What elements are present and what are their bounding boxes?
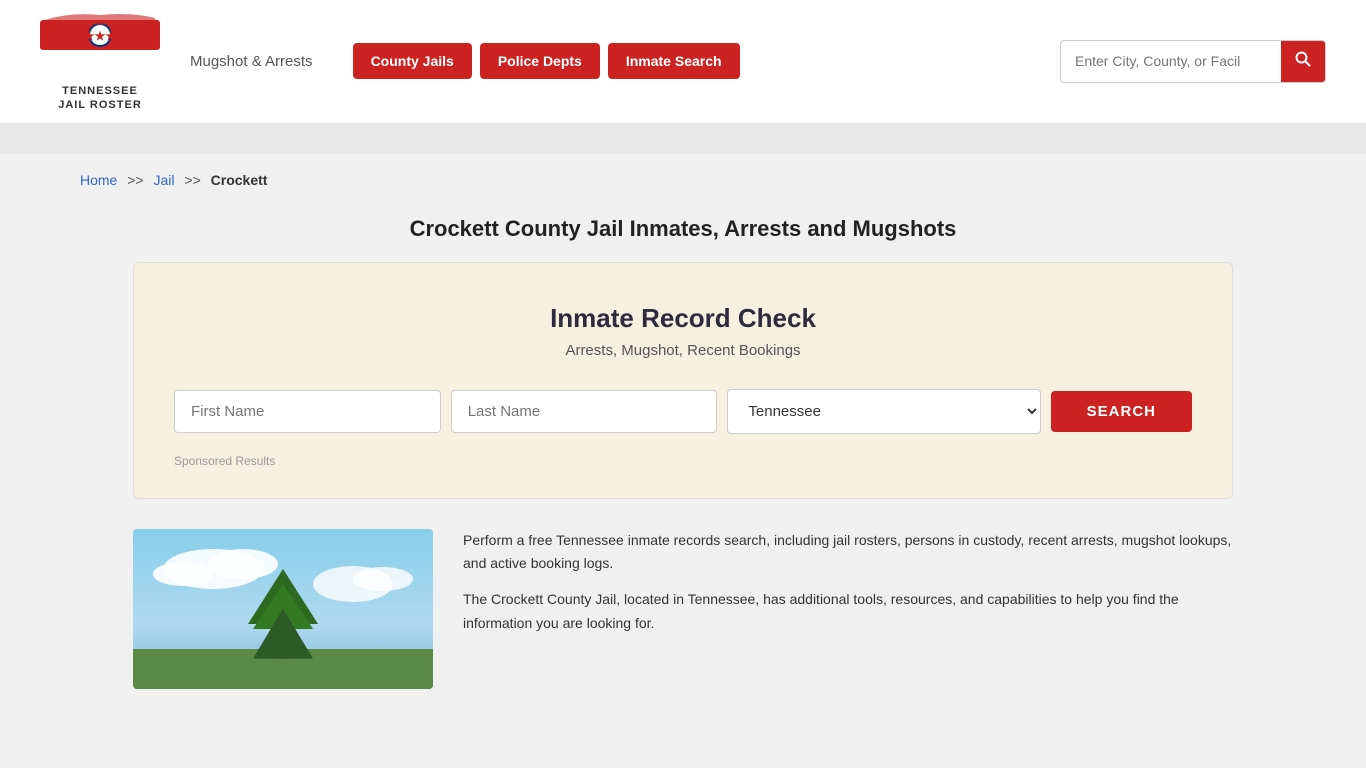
header-search-area	[1060, 40, 1326, 83]
breadcrumb: Home >> Jail >> Crockett	[40, 154, 1326, 206]
police-depts-button[interactable]: Police Depts	[480, 43, 600, 79]
header-search-input[interactable]	[1061, 43, 1281, 79]
record-check-subtitle: Arrests, Mugshot, Recent Bookings	[174, 342, 1192, 359]
record-check-box: Inmate Record Check Arrests, Mugshot, Re…	[133, 262, 1233, 499]
inmate-search-button[interactable]: SEARCH	[1051, 391, 1192, 432]
lower-text-2: The Crockett County Jail, located in Ten…	[463, 588, 1233, 636]
nav-buttons: County Jails Police Depts Inmate Search	[353, 43, 740, 79]
mugshot-arrests-link[interactable]: Mugshot & Arrests	[190, 53, 313, 70]
logo[interactable]: ★★★ TENNESSEE JAIL ROSTER	[40, 10, 160, 113]
svg-text:★★★: ★★★	[84, 29, 117, 43]
breadcrumb-home[interactable]: Home	[80, 172, 117, 188]
breadcrumb-current: Crockett	[211, 172, 268, 188]
lower-description: Perform a free Tennessee inmate records …	[463, 529, 1233, 648]
page-title: Crockett County Jail Inmates, Arrests an…	[40, 206, 1326, 262]
inmate-search-form: Tennessee Alabama Alaska Arizona Arkansa…	[174, 389, 1192, 434]
breadcrumb-sep1: >>	[127, 172, 143, 188]
county-jails-button[interactable]: County Jails	[353, 43, 472, 79]
lower-image	[133, 529, 433, 689]
inmate-search-button[interactable]: Inmate Search	[608, 43, 740, 79]
last-name-input[interactable]	[451, 390, 718, 433]
lower-section: Perform a free Tennessee inmate records …	[133, 529, 1233, 689]
tennessee-flag-icon: ★★★	[40, 10, 160, 65]
sponsored-label: Sponsored Results	[174, 454, 1192, 468]
header-search-button[interactable]	[1281, 41, 1325, 82]
landscape-image	[133, 529, 433, 689]
state-select[interactable]: Tennessee Alabama Alaska Arizona Arkansa…	[727, 389, 1040, 434]
subheader-band	[0, 124, 1366, 154]
search-icon	[1295, 51, 1311, 67]
first-name-input[interactable]	[174, 390, 441, 433]
lower-text-1: Perform a free Tennessee inmate records …	[463, 529, 1233, 577]
record-check-title: Inmate Record Check	[174, 303, 1192, 334]
main-content: Home >> Jail >> Crockett Crockett County…	[0, 154, 1366, 719]
breadcrumb-sep2: >>	[184, 172, 200, 188]
logo-image: ★★★	[40, 10, 160, 80]
breadcrumb-jail[interactable]: Jail	[154, 172, 175, 188]
header: ★★★ TENNESSEE JAIL ROSTER Mugshot & Arre…	[0, 0, 1366, 124]
logo-text: TENNESSEE JAIL ROSTER	[58, 84, 142, 113]
